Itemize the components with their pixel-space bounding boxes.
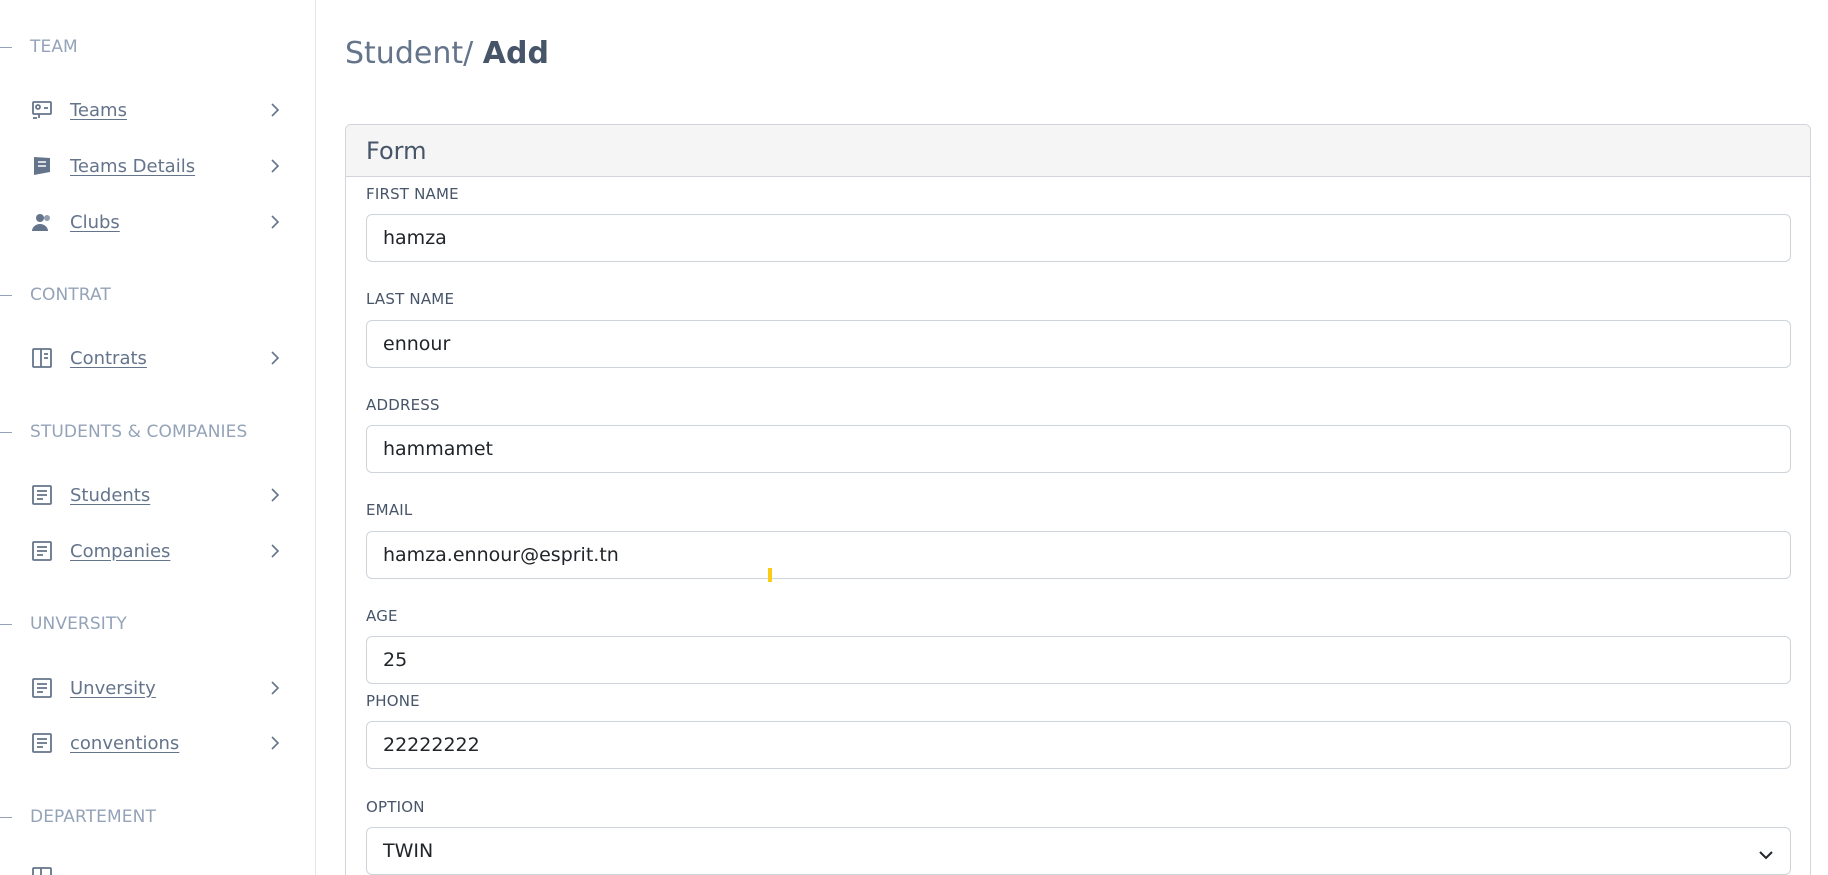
notes-icon: [29, 153, 55, 179]
sidebar-item-label: Teams Details: [70, 155, 196, 177]
sidebar-item-teams[interactable]: Teams: [29, 95, 282, 125]
last-name-input[interactable]: ennour: [366, 320, 1791, 368]
section-title: STUDENTS & COMPANIES: [30, 422, 248, 442]
main-content: Student/ Add Form FIRST NAME hamza LAST …: [316, 0, 1828, 875]
sidebar-item-clubs[interactable]: Clubs: [29, 207, 282, 237]
chevron-right-icon: [268, 351, 282, 365]
email-input[interactable]: hamza.ennour@esprit.tn: [366, 531, 1791, 579]
section-title: DEPARTEMENT: [30, 807, 156, 827]
book-open-icon: [29, 864, 55, 875]
sidebar-item-label: Clubs: [70, 211, 120, 233]
chevron-right-icon: [268, 544, 282, 558]
sidebar-item-label: Companies: [70, 540, 171, 562]
sidebar-item-label: Teams: [70, 99, 127, 121]
sidebar-item-partial[interactable]: [29, 862, 282, 875]
section-dash: [0, 46, 12, 48]
sidebar-item-label: Contrats: [70, 347, 147, 369]
section-dash: [0, 816, 12, 818]
book-open-icon: [29, 345, 55, 371]
chevron-right-icon: [268, 159, 282, 173]
option-label: OPTION: [366, 798, 425, 816]
email-label: EMAIL: [366, 501, 413, 519]
page: TEAM Teams Teams Details Clubs CONTRAT C…: [0, 0, 1828, 875]
sidebar-item-companies[interactable]: Companies: [29, 536, 282, 566]
sidebar-item-students[interactable]: Students: [29, 480, 282, 510]
section-unversity: UNVERSITY: [0, 613, 127, 635]
address-label: ADDRESS: [366, 396, 440, 414]
phone-value: 22222222: [383, 734, 480, 756]
section-students-companies: STUDENTS & COMPANIES: [0, 421, 247, 443]
chevron-right-icon: [268, 681, 282, 695]
breadcrumb: Student/ Add: [345, 36, 549, 71]
section-departement: DEPARTEMENT: [0, 806, 156, 828]
presentation-icon: [29, 97, 55, 123]
form-card-header: Form: [346, 125, 1810, 177]
form-card: Form FIRST NAME hamza LAST NAME ennour A…: [345, 124, 1811, 875]
first-name-value: hamza: [383, 227, 447, 249]
sidebar-item-unversity[interactable]: Unversity: [29, 673, 282, 703]
sidebar-item-label: conventions: [70, 732, 180, 754]
sidebar-item-label: Students: [70, 484, 151, 506]
sidebar-item-teams-details[interactable]: Teams Details: [29, 151, 282, 181]
chevron-down-icon: [1758, 844, 1774, 866]
document-list-icon: [29, 675, 55, 701]
age-label: AGE: [366, 607, 398, 625]
last-name-label: LAST NAME: [366, 290, 455, 308]
users-icon: [29, 209, 55, 235]
last-name-value: ennour: [383, 333, 451, 355]
email-value: hamza.ennour@esprit.tn: [383, 544, 619, 566]
chevron-right-icon: [268, 103, 282, 117]
section-title: TEAM: [30, 37, 78, 57]
option-value: TWIN: [383, 840, 434, 862]
document-list-icon: [29, 730, 55, 756]
breadcrumb-current: Add: [482, 36, 549, 71]
phone-label: PHONE: [366, 692, 420, 710]
sidebar-item-label: Unversity: [70, 677, 156, 699]
section-dash: [0, 294, 12, 296]
option-select[interactable]: TWIN: [366, 827, 1791, 875]
address-value: hammamet: [383, 438, 493, 460]
chevron-right-icon: [268, 488, 282, 502]
section-team: TEAM: [0, 36, 78, 58]
section-contrat: CONTRAT: [0, 284, 111, 306]
sidebar-item-contrats[interactable]: Contrats: [29, 343, 282, 373]
phone-input[interactable]: 22222222: [366, 721, 1791, 769]
age-input[interactable]: 25: [366, 636, 1791, 684]
chevron-right-icon: [268, 215, 282, 229]
age-value: 25: [383, 649, 408, 671]
sidebar: TEAM Teams Teams Details Clubs CONTRAT C…: [0, 0, 316, 875]
document-list-icon: [29, 482, 55, 508]
section-dash: [0, 431, 12, 433]
form-title: Form: [366, 136, 427, 165]
sidebar-item-conventions[interactable]: conventions: [29, 728, 282, 758]
text-cursor-marker: [768, 568, 772, 582]
address-input[interactable]: hammamet: [366, 425, 1791, 473]
first-name-input[interactable]: hamza: [366, 214, 1791, 262]
section-title: UNVERSITY: [30, 614, 127, 634]
first-name-label: FIRST NAME: [366, 185, 459, 203]
breadcrumb-parent: Student/: [345, 36, 474, 71]
chevron-right-icon: [268, 736, 282, 750]
section-title: CONTRAT: [30, 285, 111, 305]
section-dash: [0, 623, 12, 625]
document-list-icon: [29, 538, 55, 564]
